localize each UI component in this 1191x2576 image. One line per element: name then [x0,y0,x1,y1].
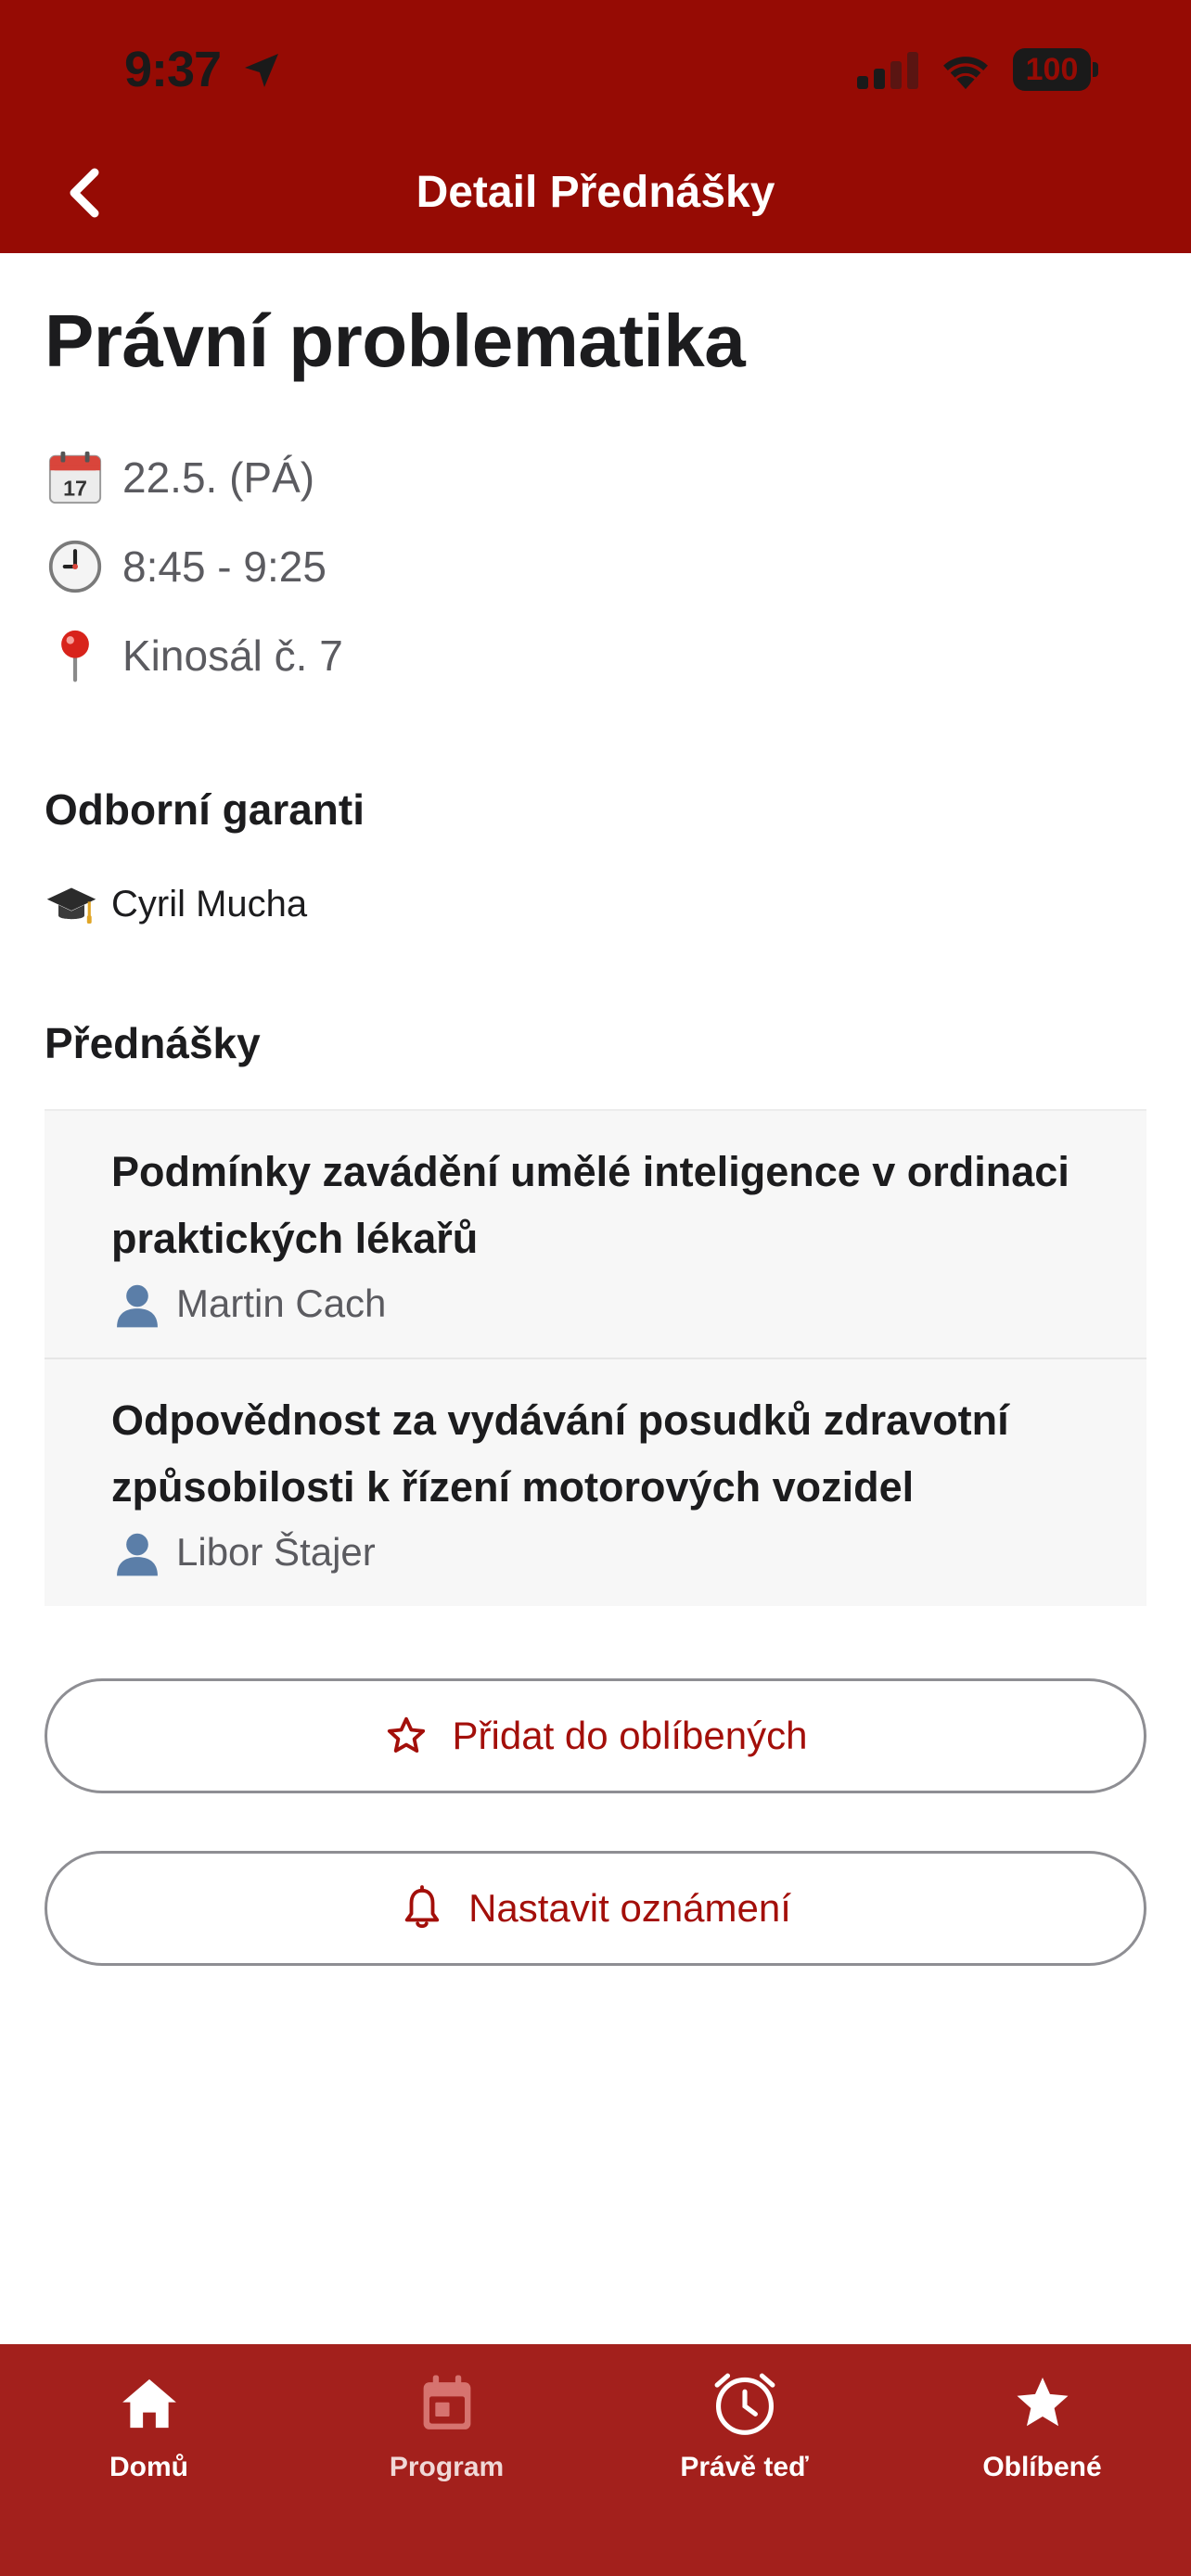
tab-now-label: Právě teď [680,2452,809,2482]
event-date-row: 17 22.5. (PÁ) [45,445,314,510]
tab-home[interactable]: Domů [0,2344,298,2576]
talk-item[interactable]: Podmínky zavádění umělé inteligence v or… [45,1111,1146,1359]
tab-home-label: Domů [109,2452,188,2482]
garant-item: Cyril Mucha [45,875,307,933]
person-icon [111,1526,163,1578]
event-time-row: 8:45 - 9:25 [45,534,327,599]
talk-title: Podmínky zavádění umělé inteligence v or… [111,1148,1069,1262]
cellular-signal-icon [857,52,918,89]
header-title: Detail Přednášky [416,168,775,217]
bell-icon [400,1885,444,1931]
tab-bar: Domů Program Právě teď Oblíbené [0,2344,1191,2576]
event-time: 8:45 - 9:25 [122,542,327,591]
event-place: Kinosál č. 7 [122,631,343,680]
talk-speaker: Martin Cach [111,1276,1109,1332]
add-to-favorites-button[interactable]: Přidat do oblíbených [45,1678,1146,1793]
event-place-row: Kinosál č. 7 [45,623,343,688]
person-icon [111,1278,163,1330]
top-bar: 9:37 100 Detail Přednášky [0,0,1191,253]
tab-now[interactable]: Právě teď [596,2344,893,2576]
star-outline-icon [384,1714,429,1758]
talk-item[interactable]: Odpovědnost za vydávání posudků zdravotn… [45,1359,1146,1606]
talk-list: Podmínky zavádění umělé inteligence v or… [45,1109,1146,1606]
event-date: 22.5. (PÁ) [122,453,315,502]
battery-icon: 100 [1013,48,1098,91]
calendar-icon: 17 [45,447,106,508]
page-title: Právní problematika [45,300,746,382]
graduation-cap-icon [45,877,98,931]
tab-program-label: Program [389,2452,505,2482]
calendar-icon [410,2366,484,2441]
talk-speaker-name: Martin Cach [176,1282,387,1325]
clock-icon [45,536,106,597]
home-icon [112,2366,186,2441]
tab-favorites[interactable]: Oblíbené [893,2344,1191,2576]
battery-level: 100 [1025,52,1079,87]
tab-favorites-label: Oblíbené [982,2452,1102,2482]
add-to-favorites-label: Přidat do oblíbených [452,1714,808,1757]
location-arrow-icon [245,54,278,87]
talk-speaker: Libor Štajer [111,1524,1109,1580]
star-icon [1005,2366,1080,2441]
prednasky-heading: Přednášky [45,1019,261,1067]
tab-program[interactable]: Program [298,2344,596,2576]
alarm-clock-icon [708,2366,782,2441]
talk-title: Odpovědnost za vydávání posudků zdravotn… [111,1396,1009,1511]
status-time: 9:37 [124,42,222,97]
pin-icon [45,625,106,686]
set-notification-button[interactable]: Nastavit oznámení [45,1851,1146,1966]
wifi-icon [943,57,988,90]
talk-speaker-name: Libor Štajer [176,1530,376,1574]
set-notification-label: Nastavit oznámení [468,1886,791,1930]
garant-name: Cyril Mucha [111,883,308,925]
garanti-heading: Odborní garanti [45,785,365,834]
svg-text:17: 17 [63,476,87,500]
